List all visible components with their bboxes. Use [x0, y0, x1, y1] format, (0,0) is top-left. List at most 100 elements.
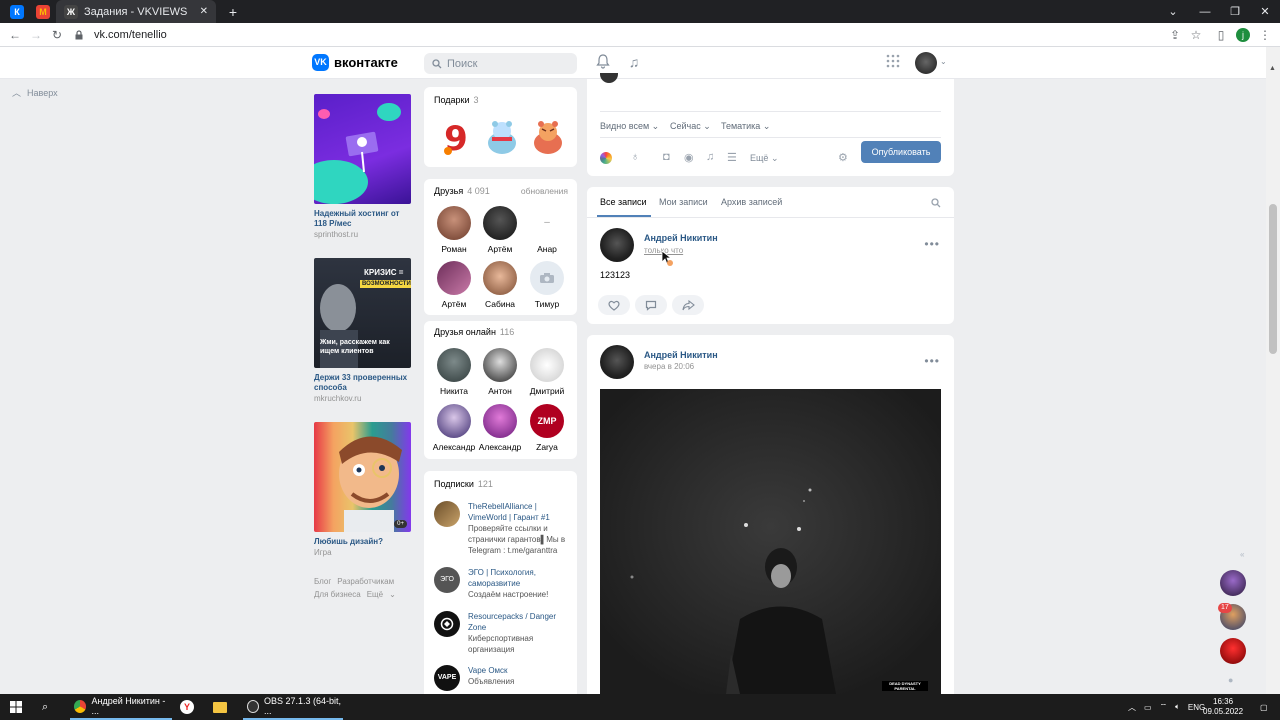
bookmark-star-icon[interactable]: ☆ — [1187, 26, 1205, 44]
tab-vkviews[interactable]: Ж Задания - VKVIEWS ✕ — [56, 0, 216, 23]
address-bar[interactable]: vk.com/tenellio — [74, 26, 1154, 44]
tab-archive[interactable]: Архив записей — [721, 197, 782, 207]
friends-header[interactable]: Друзья 4 091 — [434, 186, 490, 196]
ad-mkruchkov[interactable]: КРИЗИС = ВОЗМОЖНОСТИ Жми, расскажем как … — [314, 258, 411, 403]
subscription-item[interactable]: Resourcepacks / Danger Zone Киберспортивн… — [434, 611, 574, 655]
gift-bear-icon[interactable] — [482, 117, 522, 157]
close-tab-icon[interactable]: ✕ — [200, 6, 208, 17]
notifications-icon[interactable]: ▢ — [1260, 694, 1268, 720]
page-scrollbar[interactable]: ▲ — [1266, 47, 1280, 694]
new-tab-button[interactable]: + — [224, 0, 242, 23]
ad-title[interactable]: Держи 33 проверенных способа — [314, 373, 411, 393]
tab-gmail[interactable]: M — [30, 0, 56, 23]
taskbar-explorer[interactable] — [213, 694, 227, 720]
subscription-item[interactable]: VAPE Vape Омск Объявления — [434, 665, 574, 691]
topic-dropdown[interactable]: Тематика ⌄ — [721, 121, 770, 132]
video-icon[interactable]: ◉ — [684, 151, 694, 164]
tab-my-posts[interactable]: Мои записи — [659, 197, 708, 207]
online-friend-item[interactable]: Дмитрий — [524, 348, 570, 396]
post-time[interactable]: вчера в 20:06 — [644, 362, 694, 371]
user-avatar[interactable] — [915, 52, 937, 74]
ad-design-game[interactable]: 0+ Любишь дизайн? Игра — [314, 422, 411, 557]
footer-link-business[interactable]: Для бизнеса — [314, 590, 361, 599]
friends-updates-link[interactable]: обновления — [521, 186, 568, 196]
gift-nine-icon[interactable]: 9 — [436, 117, 476, 157]
post-photo[interactable]: DEAD DYNASTY PARENTAL — [600, 389, 941, 694]
like-button[interactable] — [598, 295, 630, 315]
more-dropdown[interactable]: Ещё ⌄ — [750, 153, 778, 164]
maximize-button[interactable]: ❐ — [1220, 0, 1250, 23]
camera-icon[interactable]: ◘ — [663, 151, 670, 163]
color-wheel-icon[interactable] — [600, 152, 612, 164]
wifi-icon[interactable]: ⌔ — [1160, 702, 1168, 712]
tray-chevron-icon[interactable]: ︿ — [1128, 702, 1136, 713]
ad-sprinthost[interactable]: Надежный хостинг от 118 Р/мес sprinthost… — [314, 94, 411, 239]
ad-title[interactable]: Надежный хостинг от 118 Р/мес — [314, 209, 411, 229]
vk-logo[interactable]: VK вконтакте — [312, 54, 398, 71]
collapse-chevron-icon[interactable]: « — [1240, 550, 1244, 559]
friends-online-header[interactable]: Друзья онлайн 116 — [434, 327, 514, 337]
forward-arrow-icon[interactable]: → — [27, 26, 45, 44]
post-more-options[interactable]: ••• — [924, 354, 940, 368]
online-friend-item[interactable]: Александр — [431, 404, 477, 452]
chevron-down-icon[interactable]: ⌄ — [940, 57, 947, 66]
chat-avatar[interactable] — [1220, 638, 1246, 664]
chat-bubble-icon[interactable]: ● — [1228, 675, 1233, 685]
share-icon[interactable]: ⇪ — [1166, 26, 1184, 44]
friend-item[interactable]: Артём — [431, 261, 477, 309]
publish-button[interactable]: Опубликовать — [861, 141, 941, 163]
music-note-icon[interactable]: ♫ — [625, 54, 643, 72]
taskbar-obs[interactable]: OBS 27.1.3 (64-bit, ... — [243, 694, 343, 720]
online-friend-item[interactable]: Александр — [477, 404, 523, 452]
settings-gear-icon[interactable]: ⚙ — [838, 151, 848, 164]
back-arrow-icon[interactable]: ← — [6, 26, 24, 44]
side-panel-icon[interactable]: ▯ — [1212, 26, 1230, 44]
scroll-thumb[interactable] — [1269, 204, 1277, 354]
gifts-header[interactable]: Подарки 3 — [434, 95, 479, 105]
post-author-avatar[interactable] — [600, 345, 634, 379]
tab-search-icon[interactable]: ⌄ — [1158, 0, 1188, 23]
footer-link-more[interactable]: Ещё — [367, 590, 383, 599]
taskbar-search-icon[interactable]: ⌕ — [42, 694, 48, 720]
friend-item[interactable]: Сабина — [477, 261, 523, 309]
scroll-up-arrow-icon[interactable]: ▲ — [1269, 65, 1276, 72]
taskbar-yandex[interactable]: Y — [180, 694, 194, 720]
tab-all-posts[interactable]: Все записи — [600, 197, 647, 207]
friend-item[interactable]: Тимур — [524, 261, 570, 309]
footer-link-developers[interactable]: Разработчикам — [337, 577, 394, 586]
friend-item[interactable]: – Анар — [524, 206, 570, 254]
time-dropdown[interactable]: Сейчас ⌄ — [670, 121, 711, 132]
notifications-bell-icon[interactable] — [594, 54, 612, 72]
browser-menu-icon[interactable]: ⋮ — [1256, 26, 1274, 44]
chat-avatar[interactable] — [1220, 570, 1246, 596]
apps-grid-icon[interactable] — [884, 54, 902, 72]
minimize-button[interactable]: — — [1190, 0, 1220, 23]
post-more-options[interactable]: ••• — [924, 237, 940, 251]
reload-icon[interactable]: ↻ — [48, 26, 66, 44]
subscription-item[interactable]: ЭГО ЭГО | Психология, саморазвитие Создаё… — [434, 567, 574, 600]
gift-tiger-icon[interactable] — [528, 117, 568, 157]
scroll-to-top[interactable]: ︿ Наверх — [12, 86, 58, 99]
search-input[interactable]: Поиск — [424, 53, 577, 74]
share-button[interactable] — [672, 295, 704, 315]
post-author-avatar[interactable] — [600, 228, 634, 262]
subscriptions-header[interactable]: Подписки 121 — [434, 479, 493, 489]
profile-avatar[interactable]: j — [1234, 26, 1252, 44]
taskbar-chrome[interactable]: Андрей Никитин - ... — [70, 694, 172, 720]
ad-title[interactable]: Любишь дизайн? — [314, 537, 411, 547]
post-author[interactable]: Андрей Никитин — [644, 350, 718, 360]
online-friend-item[interactable]: Антон — [477, 348, 523, 396]
post-author[interactable]: Андрей Никитин — [644, 233, 718, 243]
footer-link-blog[interactable]: Блог — [314, 577, 331, 586]
music-icon[interactable]: ♫ — [706, 151, 714, 163]
tab-vk[interactable]: К — [4, 0, 30, 23]
close-window-button[interactable]: ✕ — [1250, 0, 1280, 23]
bulb-icon[interactable]: ♁ — [631, 151, 639, 163]
friend-item[interactable]: Артём — [477, 206, 523, 254]
list-icon[interactable]: ☰ — [727, 151, 737, 164]
visibility-dropdown[interactable]: Видно всем ⌄ — [600, 121, 659, 132]
comment-button[interactable] — [635, 295, 667, 315]
clock[interactable]: 16:36 09.05.2022 — [1203, 694, 1243, 720]
volume-icon[interactable]: 🔈︎ — [1175, 702, 1180, 712]
friend-item[interactable]: Роман — [431, 206, 477, 254]
